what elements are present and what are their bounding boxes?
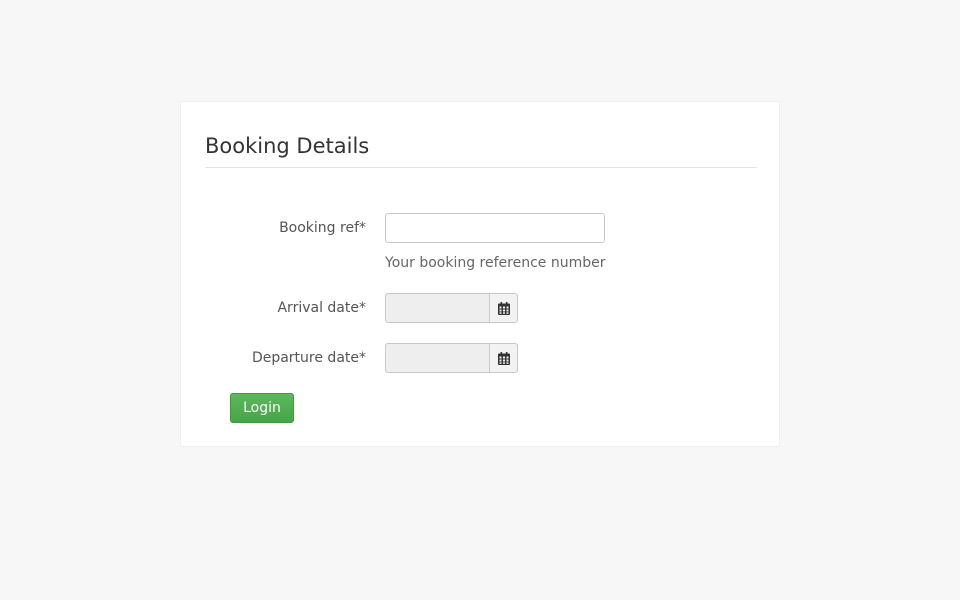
arrival-date-input[interactable]: [385, 293, 489, 323]
calendar-icon: [497, 351, 510, 365]
login-button[interactable]: Login: [230, 393, 294, 423]
departure-date-label: Departure date*: [251, 350, 366, 366]
booking-ref-label: Booking ref*: [279, 220, 366, 236]
arrival-date-group: [385, 293, 518, 323]
booking-ref-help-text: Your booking reference number: [385, 255, 606, 271]
booking-ref-input[interactable]: [385, 213, 605, 243]
arrival-date-label: Arrival date*: [277, 300, 366, 316]
arrival-date-calendar-button[interactable]: [489, 293, 518, 323]
departure-date-group: [385, 343, 518, 373]
departure-date-input[interactable]: [385, 343, 489, 373]
departure-date-calendar-button[interactable]: [489, 343, 518, 373]
title-divider: [205, 167, 757, 168]
page-title: Booking Details: [205, 134, 370, 158]
booking-details-panel: Booking Details Booking ref* Your bookin…: [180, 101, 780, 447]
calendar-icon: [497, 301, 510, 315]
